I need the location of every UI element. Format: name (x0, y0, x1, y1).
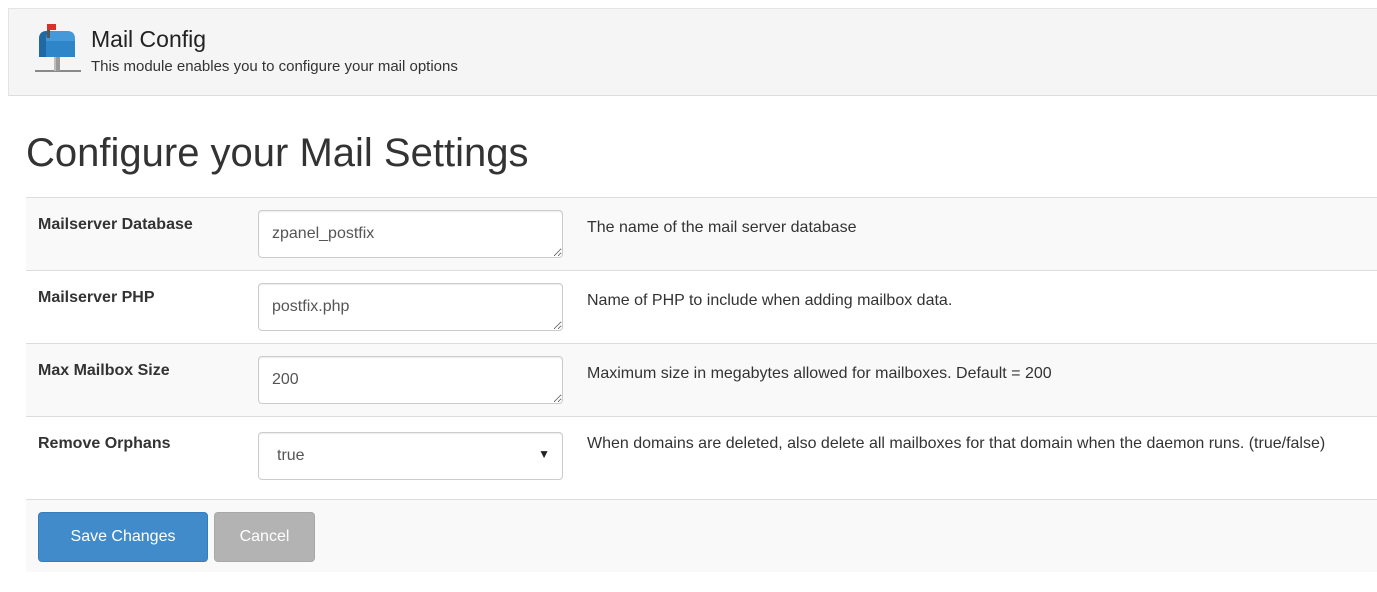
setting-help-text: When domains are deleted, also delete al… (587, 435, 1326, 452)
mailserver-database-field[interactable] (258, 210, 563, 258)
mailbox-icon (35, 24, 81, 72)
cancel-button[interactable]: Cancel (214, 512, 315, 562)
module-title: Mail Config (91, 26, 207, 52)
setting-row-mailserver-php: Mailserver PHP Name of PHP to include wh… (26, 270, 1377, 343)
setting-label: Max Mailbox Size (38, 362, 170, 379)
setting-help-text: Maximum size in megabytes allowed for ma… (587, 365, 1052, 382)
setting-help-text: Name of PHP to include when adding mailb… (587, 292, 953, 309)
mailserver-php-field[interactable] (258, 283, 563, 331)
module-description: This module enables you to configure you… (91, 58, 458, 75)
setting-row-max-mailbox-size: Max Mailbox Size Maximum size in megabyt… (26, 343, 1377, 416)
caret-down-icon: ▼ (538, 447, 550, 461)
remove-orphans-select[interactable]: true ▼ (258, 432, 563, 480)
setting-label: Remove Orphans (38, 435, 171, 452)
save-changes-button[interactable]: Save Changes (38, 512, 208, 562)
remove-orphans-selected-value: true (277, 447, 305, 464)
settings-table: Mailserver Database The name of the mail… (26, 197, 1377, 572)
setting-row-mailserver-database: Mailserver Database The name of the mail… (26, 197, 1377, 270)
setting-label: Mailserver PHP (38, 289, 155, 306)
form-actions: Save Changes Cancel (26, 499, 1377, 572)
module-header: Mail Config This module enables you to c… (8, 8, 1377, 96)
setting-label: Mailserver Database (38, 216, 193, 233)
setting-help-text: The name of the mail server database (587, 219, 857, 236)
page-title: Configure your Mail Settings (26, 131, 529, 175)
mail-config-page: Mail Config This module enables you to c… (0, 0, 1377, 592)
setting-row-remove-orphans: Remove Orphans true ▼ When domains are d… (26, 416, 1377, 499)
max-mailbox-size-field[interactable] (258, 356, 563, 404)
